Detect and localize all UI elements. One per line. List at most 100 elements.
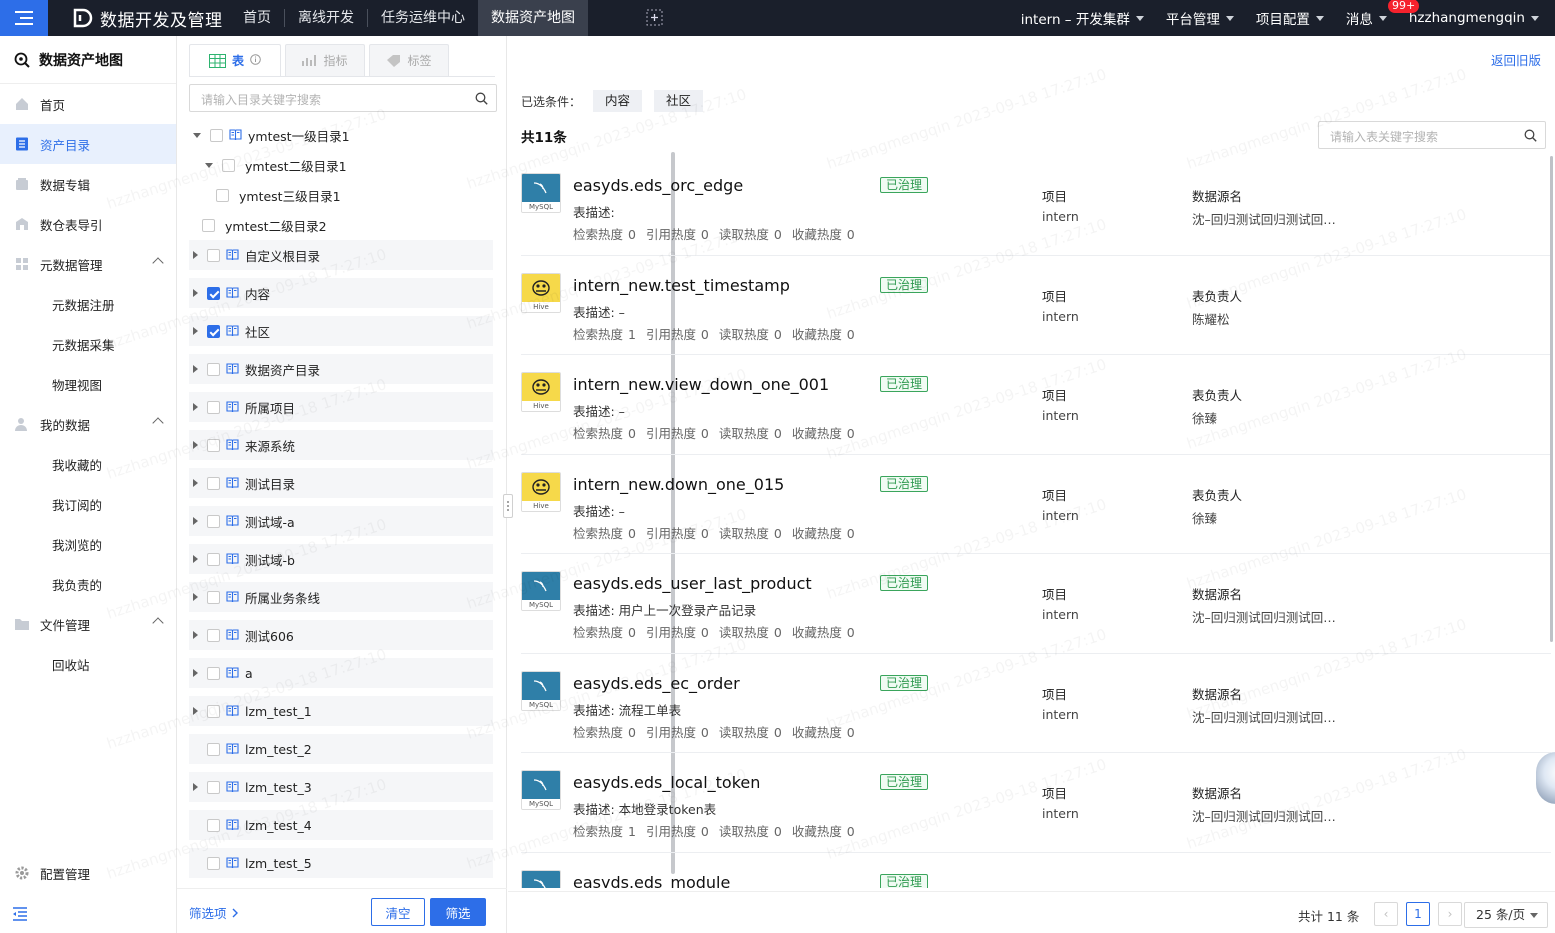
sidebar-subitem[interactable]: 物理视图 [0,364,176,404]
tree-node[interactable]: lzm_test_3 [189,772,493,802]
sidebar-item-6[interactable]: 文件管理 [0,604,176,644]
table-name-link[interactable]: easyds.eds_module [573,873,730,889]
tree-node[interactable]: lzm_test_4 [189,810,493,840]
table-name-link[interactable]: easyds.eds_local_token [573,773,760,792]
table-row[interactable]: Hive intern_new.down_one_015 已治理 表描述: – 检索热度… [521,455,1551,554]
tree-node[interactable]: 所属业务条线 [189,582,493,612]
caret-right-icon[interactable] [193,289,198,297]
caret-right-icon[interactable] [193,441,198,449]
cluster-selector[interactable]: intern – 开发集群 [1021,8,1144,28]
app-logo[interactable]: 数据开发及管理 [72,0,223,36]
caret-down-icon[interactable] [193,132,201,138]
sidebar-subitem[interactable]: 元数据注册 [0,284,176,324]
tree-checkbox[interactable] [207,324,220,338]
tree-node[interactable]: a [189,658,493,688]
table-name-link[interactable]: easyds.eds_ec_order [573,674,740,693]
sidebar-item-config[interactable]: 配置管理 [0,853,176,893]
tab-0[interactable]: 表 [189,44,281,76]
tree-checkbox[interactable] [207,514,220,528]
tree-checkbox[interactable] [207,362,220,376]
table-row[interactable]: Hive intern_new.view_down_one_001 已治理 表描述: … [521,355,1551,455]
caret-right-icon[interactable] [193,479,198,487]
sidebar-subitem[interactable]: 我订阅的 [0,484,176,524]
sidebar-item-1[interactable]: 资产目录 [0,124,176,164]
tree-node[interactable]: lzm_test_1 [189,696,493,726]
tree-node[interactable]: ymtest二级目录2 [189,210,493,240]
next-page-button[interactable]: › [1438,902,1462,926]
table-row[interactable]: MySQL easyds.eds_ec_order 已治理 表描述: 流程工单表 检索热… [521,654,1551,753]
table-row[interactable]: MySQL easyds.eds_user_last_product 已治理 表描述:… [521,554,1551,654]
sidebar-subitem[interactable]: 我收藏的 [0,444,176,484]
sidebar-subitem[interactable]: 我浏览的 [0,524,176,564]
info-icon[interactable] [250,53,261,68]
tree-checkbox[interactable] [207,438,220,452]
caret-right-icon[interactable] [193,403,198,411]
tree-checkbox[interactable] [207,856,220,870]
table-row[interactable]: MySQL easyds.eds_local_token 已治理 表描述: 本地登录t… [521,753,1551,853]
tree-checkbox[interactable] [207,742,220,756]
caret-right-icon[interactable] [193,593,198,601]
sidebar-item-3[interactable]: 数仓表导引 [0,204,176,244]
caret-right-icon[interactable] [193,517,198,525]
tree-node[interactable]: ymtest二级目录1 [189,150,493,180]
chevron-up-icon[interactable] [152,417,164,429]
table-row[interactable]: Hive intern_new.test_timestamp 已治理 表描述: – 检索… [521,256,1551,355]
tree-node[interactable]: lzm_test_2 [189,734,493,764]
tree-checkbox[interactable] [207,818,220,832]
sidebar-subitem[interactable]: 回收站 [0,644,176,684]
sidebar-item-5[interactable]: 我的数据 [0,404,176,444]
tab-2[interactable]: 标签 [369,44,449,76]
sidebar-item-0[interactable]: 首页 [0,84,176,124]
page-size-select[interactable]: 25 条/页 [1464,902,1548,928]
tree-node[interactable]: lzm_test_5 [189,848,493,878]
nav-item-3[interactable]: 数据资产地图 [478,0,588,36]
collapse-sidebar-icon[interactable] [12,907,28,921]
search-icon[interactable] [475,92,488,105]
user-menu[interactable]: hzzhangmengqin [1409,10,1539,26]
search-icon[interactable] [1524,129,1537,142]
tree-node[interactable]: 社区 [189,316,493,346]
tree-checkbox[interactable] [216,188,229,202]
condition-tag[interactable]: 内容 [593,90,643,112]
prev-page-button[interactable]: ‹ [1374,902,1398,926]
nav-item-2[interactable]: 任务运维中心 [368,0,478,36]
tree-node[interactable]: 测试目录 [189,468,493,498]
caret-right-icon[interactable] [193,555,198,563]
condition-tag[interactable]: 社区 [654,90,704,112]
caret-right-icon[interactable] [193,327,198,335]
menu-toggle-button[interactable] [0,0,48,36]
sidebar-item-4[interactable]: 元数据管理 [0,244,176,284]
sidebar-subitem[interactable]: 元数据采集 [0,324,176,364]
list-scrollbar[interactable] [1550,156,1553,642]
platform-menu[interactable]: 平台管理 [1166,8,1234,28]
table-name-link[interactable]: easyds.eds_user_last_product [573,574,812,593]
tree-checkbox[interactable] [207,248,220,262]
tree-checkbox[interactable] [207,400,220,414]
back-to-old-version-link[interactable]: 返回旧版 [1491,50,1541,69]
tree-node[interactable]: 测试域-b [189,544,493,574]
chevron-up-icon[interactable] [152,257,164,269]
table-search-input[interactable]: 请输入表关键字搜索 [1318,121,1546,149]
tree-node[interactable]: ymtest一级目录1 [189,120,493,150]
caret-right-icon[interactable] [193,669,198,677]
tree-checkbox[interactable] [207,552,220,566]
table-row[interactable]: MySQL easyds.eds_module 已治理 [521,853,1551,889]
page-button-current[interactable]: 1 [1406,902,1430,926]
add-tab-icon[interactable] [646,9,663,26]
table-row[interactable]: MySQL easyds.eds_orc_edge 已治理 表描述: 检索热度 0 引用热… [521,156,1551,256]
caret-right-icon[interactable] [193,707,198,715]
tree-checkbox[interactable] [207,666,220,680]
clear-button[interactable]: 清空 [371,898,425,926]
tree-node[interactable]: ymtest三级目录1 [189,180,493,210]
caret-right-icon[interactable] [193,783,198,791]
tree-checkbox[interactable] [207,780,220,794]
filter-button[interactable]: 筛选 [430,898,486,926]
tree-checkbox[interactable] [207,286,220,300]
caret-down-icon[interactable] [205,162,213,168]
project-config-menu[interactable]: 项目配置 [1256,8,1324,28]
tree-checkbox[interactable] [210,128,223,142]
tree-checkbox[interactable] [207,628,220,642]
tree-node[interactable]: 来源系统 [189,430,493,460]
tree-checkbox[interactable] [207,476,220,490]
chevron-up-icon[interactable] [152,617,164,629]
